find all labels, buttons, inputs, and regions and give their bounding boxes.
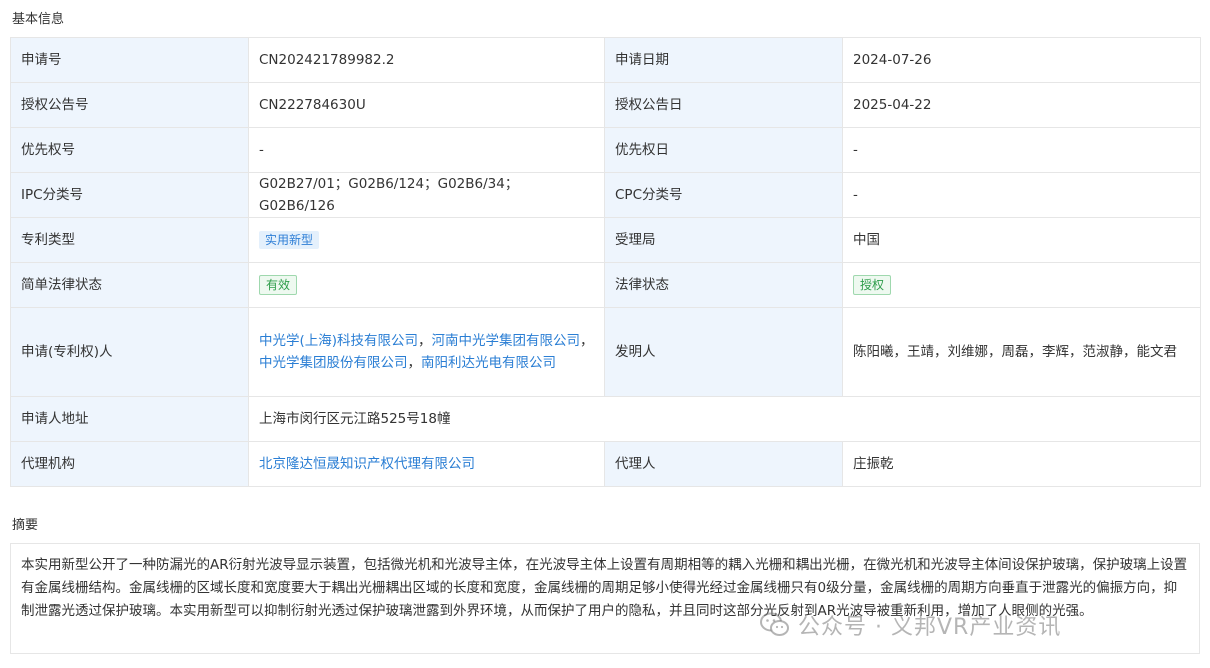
legal-status-badge: 授权 [853, 275, 892, 295]
table-row: 申请(专利权)人 中光学(上海)科技有限公司，河南中光学集团有限公司，中光学集团… [10, 307, 1201, 397]
priority-date-value: - [842, 127, 1201, 173]
office-label: 受理局 [604, 217, 843, 263]
patent-type-badge: 实用新型 [259, 231, 320, 249]
priority-number-label: 优先权号 [10, 127, 249, 173]
table-row: 申请号 CN202421789982.2 申请日期 2024-07-26 [10, 37, 1201, 83]
application-date-value: 2024-07-26 [842, 37, 1201, 83]
wechat-icon [760, 612, 789, 636]
agency-label: 代理机构 [10, 441, 249, 487]
applicant-list: 中光学(上海)科技有限公司，河南中光学集团有限公司，中光学集团股份有限公司，南阳… [248, 307, 605, 397]
priority-date-label: 优先权日 [604, 127, 843, 173]
agent-value: 庄振乾 [842, 441, 1201, 487]
patent-type-label: 专利类型 [10, 217, 249, 263]
table-row: IPC分类号 G02B27/01；G02B6/124；G02B6/34；G02B… [10, 172, 1201, 218]
table-row: 授权公告号 CN222784630U 授权公告日 2025-04-22 [10, 82, 1201, 128]
applicant-label: 申请(专利权)人 [10, 307, 249, 397]
application-number-label: 申请号 [10, 37, 249, 83]
table-row: 优先权号 - 优先权日 - [10, 127, 1201, 173]
office-value: 中国 [842, 217, 1201, 263]
basic-info-title: 基本信息 [12, 12, 65, 27]
ipc-label: IPC分类号 [10, 172, 249, 218]
table-row: 申请人地址 上海市闵行区元江路525号18幢 [10, 396, 1201, 442]
agent-label: 代理人 [604, 441, 843, 487]
table-row: 代理机构 北京隆达恒晟知识产权代理有限公司 代理人 庄振乾 [10, 441, 1201, 487]
applicant-link[interactable]: 中光学(上海)科技有限公司 [259, 333, 418, 349]
simple-legal-status-label: 简单法律状态 [10, 262, 249, 308]
address-label: 申请人地址 [10, 396, 249, 442]
legal-status-label: 法律状态 [604, 262, 843, 308]
applicant-link[interactable]: 河南中光学集团有限公司 [432, 333, 581, 349]
table-row: 简单法律状态 有效 法律状态 授权 [10, 262, 1201, 308]
grant-date-label: 授权公告日 [604, 82, 843, 128]
grant-number-value: CN222784630U [248, 82, 605, 128]
basic-info-table: 申请号 CN202421789982.2 申请日期 2024-07-26 授权公… [10, 37, 1201, 487]
application-date-label: 申请日期 [604, 37, 843, 83]
inventor-label: 发明人 [604, 307, 843, 397]
watermark-text: 公众号 · 义邦VR产业资讯 [798, 615, 1062, 640]
applicant-link[interactable]: 南阳利达光电有限公司 [421, 355, 556, 371]
simple-legal-status-badge: 有效 [259, 275, 298, 295]
abstract-title: 摘要 [12, 518, 39, 533]
applicant-link[interactable]: 中光学集团股份有限公司 [259, 355, 408, 371]
ipc-value: G02B27/01；G02B6/124；G02B6/34；G02B6/126 [248, 172, 605, 218]
address-value: 上海市闵行区元江路525号18幢 [248, 396, 1201, 442]
cpc-label: CPC分类号 [604, 172, 843, 218]
watermark: 公众号 · 义邦VR产业资讯 [760, 607, 1061, 643]
grant-date-value: 2025-04-22 [842, 82, 1201, 128]
priority-number-value: - [248, 127, 605, 173]
application-number-value: CN202421789982.2 [248, 37, 605, 83]
agency-link[interactable]: 北京隆达恒晟知识产权代理有限公司 [259, 456, 475, 472]
grant-number-label: 授权公告号 [10, 82, 249, 128]
cpc-value: - [842, 172, 1201, 218]
inventor-value: 陈阳曦，王靖，刘维娜，周磊，李辉，范淑静，能文君 [842, 307, 1201, 397]
table-row: 专利类型 实用新型 受理局 中国 [10, 217, 1201, 263]
